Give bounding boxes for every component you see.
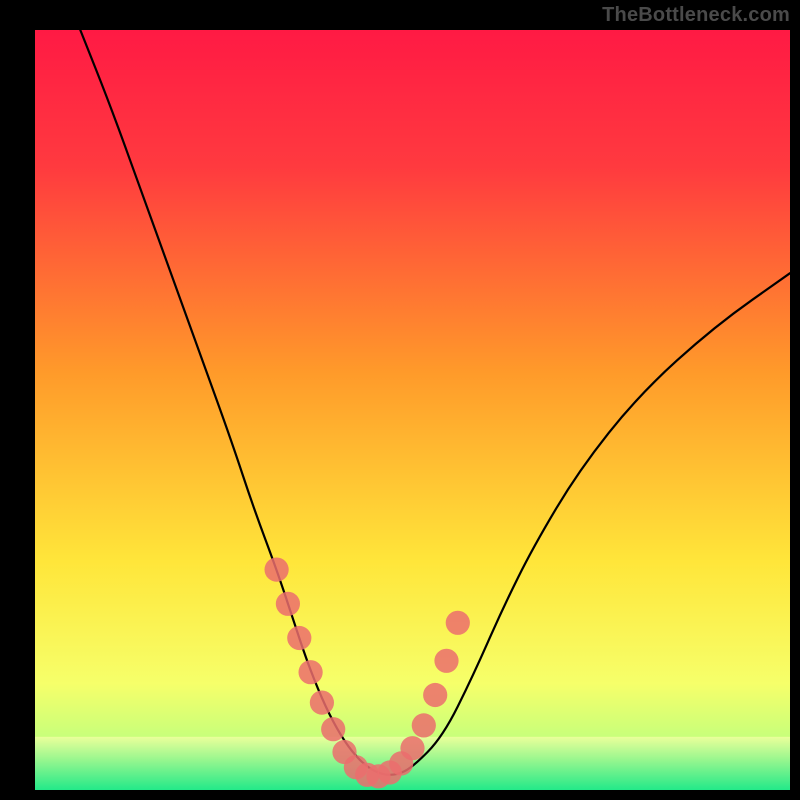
highlight-dot bbox=[310, 691, 334, 715]
plot-background bbox=[35, 30, 790, 790]
watermark-text: TheBottleneck.com bbox=[602, 4, 790, 27]
highlight-dot bbox=[400, 736, 424, 760]
chart-stage: TheBottleneck.com bbox=[0, 0, 800, 800]
highlight-dot bbox=[287, 626, 311, 650]
highlight-dot bbox=[412, 713, 436, 737]
highlight-dot bbox=[446, 611, 470, 635]
highlight-dot bbox=[265, 558, 289, 582]
highlight-dot bbox=[276, 592, 300, 616]
highlight-dot bbox=[423, 683, 447, 707]
highlight-dot bbox=[299, 660, 323, 684]
bottleneck-chart bbox=[0, 0, 800, 800]
highlight-dot bbox=[321, 717, 345, 741]
highlight-dot bbox=[434, 649, 458, 673]
